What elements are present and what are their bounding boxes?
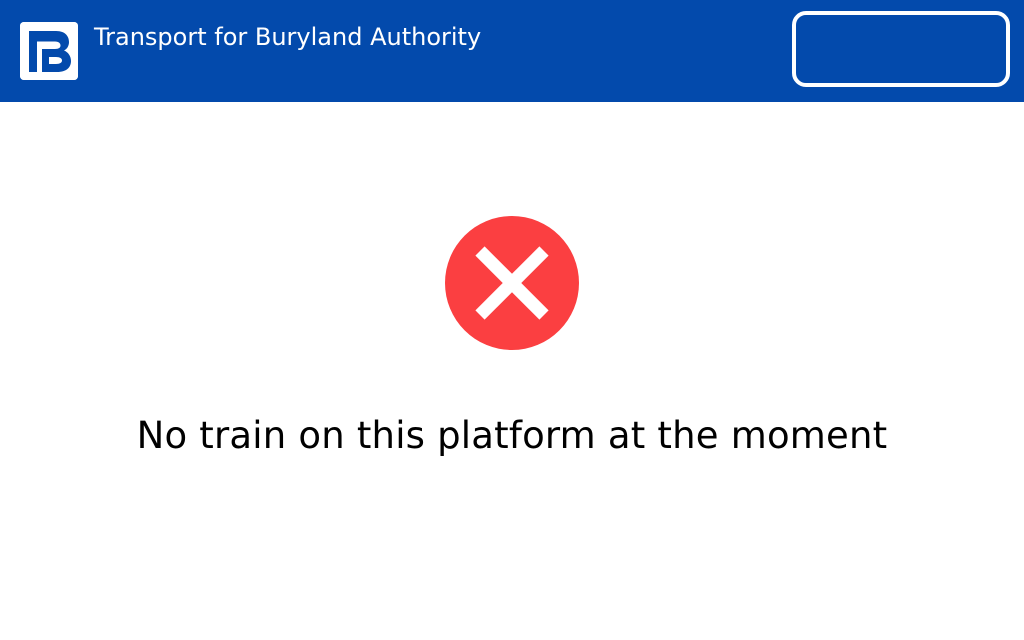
tba-logo-icon	[20, 22, 78, 80]
status-message: No train on this platform at the moment	[136, 414, 888, 457]
app-header: Transport for Buryland Authority	[0, 0, 1024, 102]
error-x-icon	[444, 214, 580, 352]
header-action-box[interactable]	[792, 11, 1010, 87]
app-title: Transport for Buryland Authority	[94, 23, 482, 51]
